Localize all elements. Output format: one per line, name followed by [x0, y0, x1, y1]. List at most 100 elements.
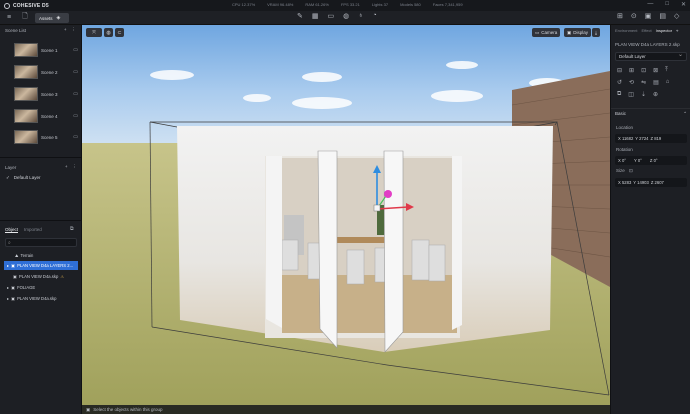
- hide-icon[interactable]: ◫: [628, 91, 634, 98]
- object-item-terrain[interactable]: ⛰ Terrain: [4, 251, 78, 260]
- check-icon[interactable]: ✓: [6, 175, 10, 181]
- scene-list-title: Scene List: [5, 27, 27, 33]
- transform-icon[interactable]: ⊡: [641, 67, 646, 74]
- rotation-y[interactable]: Y 0°: [634, 158, 642, 163]
- scene-item[interactable]: Scene 4 ▭: [14, 108, 78, 124]
- expand-icon[interactable]: ▸: [7, 296, 9, 301]
- location-x[interactable]: X 11682: [618, 136, 633, 141]
- layer-label: Default Layer: [13, 175, 41, 180]
- lock-ratio-icon[interactable]: ⊡: [629, 168, 633, 173]
- camera-icon[interactable]: ▭: [73, 134, 78, 140]
- inspector-tabs: Environment Effect Inspector ⌖: [611, 25, 690, 36]
- group-icon: ▣: [11, 263, 16, 268]
- arrange-icon[interactable]: ⊠: [653, 67, 658, 74]
- delete-icon[interactable]: ▤: [653, 79, 659, 86]
- align-icon[interactable]: ⊟: [617, 67, 622, 74]
- gizmo-rotation-handle[interactable]: [384, 190, 392, 198]
- video-render-icon[interactable]: ▣: [645, 12, 652, 20]
- camera-icon[interactable]: ▭: [73, 69, 78, 75]
- scene-item[interactable]: Scene 3 ▭: [14, 86, 78, 102]
- up-icon[interactable]: ⤒: [665, 67, 668, 74]
- size-fields[interactable]: X 5283 Y 14903 Z 2607: [615, 178, 687, 187]
- size-z[interactable]: Z 2607: [651, 180, 664, 185]
- 3d-viewport[interactable]: ⤧ ◍ ⊂ ▭ Camera ▣ Display ⤓ ▣ Select the …: [82, 25, 610, 414]
- gizmo-center[interactable]: [373, 204, 381, 212]
- expand-icon[interactable]: ▸: [7, 285, 9, 290]
- object-item-plan-view-layers[interactable]: ▸ ▣ PLAN VIEW D4a LAYERS 2...: [4, 261, 78, 270]
- camera-icon[interactable]: ▭: [73, 47, 78, 53]
- transform-mode-button[interactable]: ⤧: [86, 28, 102, 37]
- add-layer-icon[interactable]: +: [65, 164, 68, 170]
- rectangle-tool-icon[interactable]: ▭: [328, 12, 335, 20]
- maximize-button[interactable]: □: [665, 1, 669, 8]
- layer-options-icon[interactable]: ⋮: [73, 164, 78, 170]
- size-y[interactable]: Y 14903: [633, 180, 649, 185]
- object-item-plan-view[interactable]: ▣ PLAN VIEW D4a.skp ⚠: [4, 272, 78, 281]
- move-icon: ⤧: [91, 29, 96, 36]
- pin-icon[interactable]: ⌖: [676, 28, 678, 33]
- right-tools: ⊞ ⊙ ▣ ▤ ◇: [617, 12, 679, 20]
- assets-button[interactable]: Assets ◈: [35, 13, 69, 23]
- timer-tool-icon[interactable]: ◔: [372, 12, 376, 20]
- world-space-button[interactable]: ◍: [104, 28, 113, 37]
- minimize-button[interactable]: —: [647, 1, 653, 8]
- image-render-icon[interactable]: ⊞: [617, 12, 623, 20]
- filter-icon[interactable]: ⧉: [70, 226, 74, 232]
- center-icon[interactable]: ⊕: [653, 91, 658, 98]
- divider: [0, 220, 82, 221]
- scene-item[interactable]: Scene 2 ▭: [14, 64, 78, 80]
- copy-icon[interactable]: ⧉: [617, 91, 621, 98]
- menu-icon[interactable]: ≡: [4, 14, 14, 21]
- object-search-input[interactable]: ⌕: [5, 238, 77, 247]
- collapse-icon[interactable]: ⌃: [683, 111, 687, 117]
- snap-button[interactable]: ⊂: [115, 28, 124, 37]
- basic-section-header[interactable]: Basic ⌃: [611, 108, 690, 118]
- more-options-icon[interactable]: ⋮: [72, 27, 77, 33]
- scene-item[interactable]: Scene 5 ▭: [14, 129, 78, 145]
- layer-item-default[interactable]: ✓ Default Layer: [6, 175, 41, 181]
- rotate-icon[interactable]: ⟲: [629, 79, 634, 86]
- panorama-render-icon[interactable]: ▤: [659, 12, 666, 20]
- camera-icon[interactable]: ▭: [73, 113, 78, 119]
- display-button[interactable]: ▣ Display: [564, 28, 592, 37]
- scene-label: Scene 4: [41, 113, 58, 119]
- tab-inspector[interactable]: Inspector: [656, 28, 672, 33]
- material-tool-icon[interactable]: ◍: [343, 12, 349, 20]
- camera-render-icon[interactable]: ⊙: [631, 12, 637, 20]
- tab-imported[interactable]: Imported: [24, 227, 42, 233]
- object-item-plan-view-2[interactable]: ▸ ▣ PLAN VIEW D4a.skp: [4, 294, 78, 303]
- tab-effect[interactable]: Effect: [641, 28, 651, 33]
- scene-item[interactable]: Scene 1 ▭: [14, 42, 78, 58]
- rotation-fields[interactable]: X 0° Y 0° Z 0°: [615, 156, 687, 165]
- add-scene-icon[interactable]: +: [64, 27, 67, 33]
- camera-icon[interactable]: ▭: [73, 91, 78, 97]
- lock-icon[interactable]: ⌂: [666, 79, 670, 86]
- camera-button[interactable]: ▭ Camera: [532, 28, 561, 37]
- scatter-tool-icon[interactable]: ♁: [358, 12, 363, 20]
- export-dropdown-button[interactable]: ⤓: [592, 28, 600, 37]
- location-fields[interactable]: X 11682 Y 2724 Z 819: [615, 134, 687, 143]
- model-icon: ▣: [13, 274, 17, 279]
- settings-icon[interactable]: ◇: [674, 12, 679, 20]
- expand-icon[interactable]: ▸: [7, 263, 9, 268]
- new-file-icon[interactable]: 🗋: [20, 12, 30, 23]
- location-y[interactable]: Y 2724: [635, 136, 648, 141]
- window-controls: — □ ✕: [647, 1, 686, 8]
- rotation-x[interactable]: X 0°: [618, 158, 626, 163]
- location-z[interactable]: Z 819: [651, 136, 662, 141]
- tab-environment[interactable]: Environment: [615, 28, 637, 33]
- brush-tool-icon[interactable]: ✎: [297, 12, 303, 20]
- close-button[interactable]: ✕: [681, 1, 686, 8]
- size-x[interactable]: X 5283: [618, 180, 631, 185]
- flip-icon[interactable]: ⇋: [641, 79, 646, 86]
- group-icon[interactable]: ⊞: [629, 67, 634, 74]
- scene-render[interactable]: [82, 25, 610, 414]
- tab-object[interactable]: Object: [5, 227, 19, 233]
- grid-tool-icon[interactable]: ▦: [312, 12, 319, 20]
- object-item-foliage[interactable]: ▸ ▣ FOLIAGE: [4, 283, 78, 292]
- rotation-z[interactable]: Z 0°: [650, 158, 658, 163]
- layer-select[interactable]: Default Layer: [615, 51, 687, 61]
- undo-icon[interactable]: ↺: [617, 79, 622, 86]
- app-title: COHESIVE D5: [13, 2, 49, 9]
- drop-icon[interactable]: ⇣: [641, 91, 646, 98]
